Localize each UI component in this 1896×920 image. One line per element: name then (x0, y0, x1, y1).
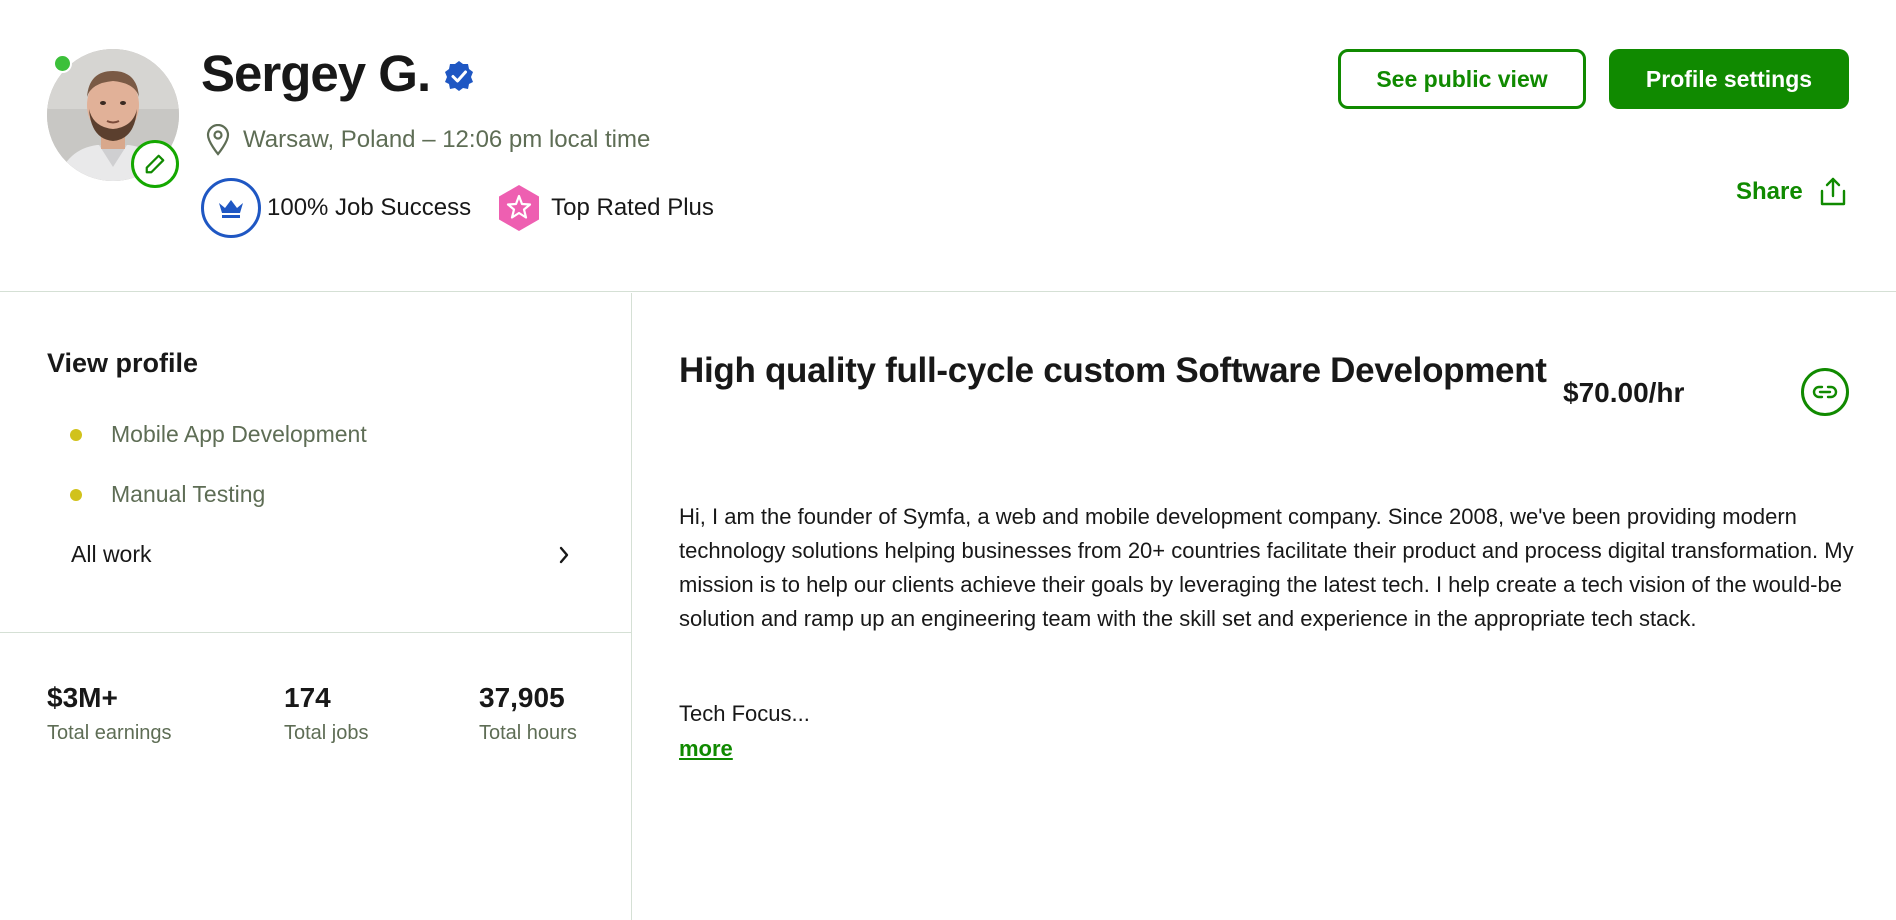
stat-label: Total earnings (47, 722, 172, 744)
more-link[interactable]: more (679, 736, 733, 762)
online-status-dot (53, 54, 72, 73)
profile-description: Hi, I am the founder of Symfa, a web and… (679, 504, 1854, 631)
profile-sidebar: View profile Mobile App Development Manu… (0, 293, 632, 920)
location-text: Warsaw, Poland – 12:06 pm local time (243, 126, 651, 153)
stat-value: 37,905 (479, 682, 565, 713)
top-rated-plus-icon (499, 185, 540, 231)
share-button[interactable]: Share (1736, 176, 1849, 208)
all-work-label: All work (71, 541, 152, 567)
freelancer-name: Sergey G. (201, 45, 431, 102)
badges-row: 100% Job Success Top Rated Plus (201, 178, 714, 238)
stat-total-jobs: 174 Total jobs (284, 682, 369, 745)
crown-icon (201, 178, 261, 238)
job-success-text: 100% Job Success (267, 194, 472, 221)
job-success-badge[interactable]: 100% Job Success (201, 178, 471, 238)
specialized-profile-item[interactable]: Manual Testing (70, 481, 265, 508)
avatar[interactable] (47, 49, 179, 188)
bullet-dot-icon (70, 428, 82, 441)
stat-total-hours: 37,905 Total hours (479, 682, 577, 745)
specialized-profile-label: Mobile App Development (111, 421, 367, 447)
profile-title: High quality full-cycle custom Software … (679, 351, 1547, 390)
top-rated-plus-badge[interactable]: Top Rated Plus (497, 184, 714, 232)
stat-value: $3M+ (47, 682, 118, 713)
chevron-right-icon (559, 546, 569, 563)
stat-total-earnings: $3M+ Total earnings (47, 682, 172, 745)
edit-avatar-button[interactable] (131, 140, 179, 188)
specialized-profile-label: Manual Testing (111, 481, 266, 507)
top-rated-plus-text: Top Rated Plus (551, 194, 714, 221)
stat-value: 174 (284, 682, 331, 713)
specialized-profile-item[interactable]: Mobile App Development (70, 421, 367, 448)
location: Warsaw, Poland – 12:06 pm local time (205, 124, 650, 156)
divider (0, 632, 632, 633)
pencil-icon (145, 154, 165, 174)
link-icon (1812, 385, 1838, 399)
stat-label: Total hours (479, 722, 577, 744)
share-label: Share (1736, 178, 1803, 205)
view-profile-heading: View profile (47, 348, 199, 378)
see-public-view-button[interactable]: See public view (1338, 49, 1586, 109)
verified-badge-icon (445, 61, 473, 91)
stat-label: Total jobs (284, 722, 369, 744)
profile-main: High quality full-cycle custom Software … (633, 293, 1896, 920)
map-pin-icon (206, 124, 230, 156)
profile-header: Sergey G. Warsaw, Poland – 12:06 pm loca… (0, 0, 1896, 292)
tech-focus-text: Tech Focus... (679, 701, 810, 726)
copy-link-button[interactable] (1801, 368, 1849, 416)
share-icon (1820, 177, 1845, 206)
all-work-link[interactable]: All work (71, 541, 571, 568)
bullet-dot-icon (70, 488, 82, 501)
profile-settings-button[interactable]: Profile settings (1609, 49, 1849, 109)
hourly-rate: $70.00/hr (1563, 377, 1685, 408)
